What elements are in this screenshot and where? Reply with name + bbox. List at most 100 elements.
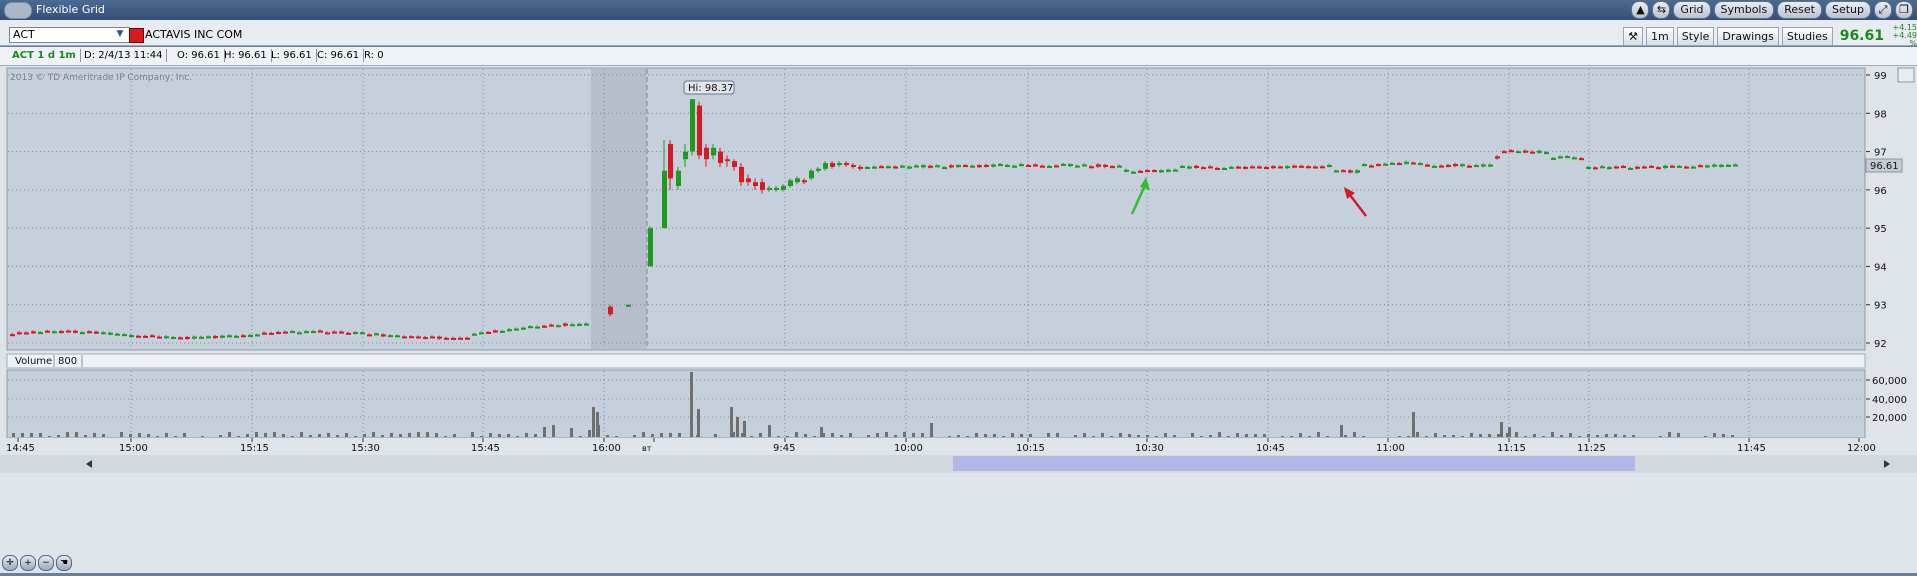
grid-button[interactable]: Grid <box>1673 1 1711 19</box>
candle-body <box>1383 163 1388 166</box>
volume-bar <box>1011 433 1014 437</box>
restore-icon[interactable]: ❐ <box>1895 1 1913 19</box>
volume-bar <box>201 436 204 437</box>
volume-bar <box>156 436 159 437</box>
candle-body <box>556 325 561 328</box>
candle-body <box>711 147 716 156</box>
volume-bar <box>1191 433 1194 437</box>
candle-body <box>304 331 309 334</box>
price-chart[interactable]: 2013 © TD Ameritrade IP Company, Inc. Hi… <box>0 66 1917 573</box>
candle-body <box>143 335 148 338</box>
candle-body <box>1684 166 1689 169</box>
candle-body <box>381 334 386 337</box>
candle-body <box>1005 164 1010 167</box>
crosshair-icon[interactable]: ✛ <box>2 555 18 571</box>
alert-icon[interactable]: ▲ <box>1631 1 1650 19</box>
time-axis <box>0 438 1917 455</box>
candle-body <box>507 329 512 332</box>
candle-body <box>1222 167 1227 170</box>
zoom-out-icon[interactable]: − <box>38 555 54 571</box>
interval-button[interactable]: 1m <box>1646 26 1674 46</box>
volume-bar <box>57 435 60 437</box>
scrollbar-thumb <box>953 456 1635 471</box>
candle-body <box>1635 166 1640 169</box>
candle-body <box>1229 166 1234 169</box>
volume-bar <box>1713 433 1716 437</box>
settings-icon[interactable]: ⚒ <box>1623 26 1644 46</box>
symbols-button[interactable]: Symbols <box>1713 1 1775 19</box>
pan-icon[interactable]: ☚ <box>56 555 72 571</box>
candle-body <box>1131 171 1136 174</box>
candle-body <box>1292 165 1297 168</box>
candle-body <box>416 336 421 339</box>
expand-icon[interactable]: ⤢ <box>1874 1 1892 19</box>
candle-body <box>795 178 800 183</box>
reset-button[interactable]: Reset <box>1777 1 1822 19</box>
series-label: ACT 1 d 1m <box>8 49 81 62</box>
volume-bar <box>1731 435 1734 437</box>
chart-area[interactable]: 2013 © TD Ameritrade IP Company, Inc. Hi… <box>0 66 1917 573</box>
symbol-input[interactable]: ACT <box>9 27 130 43</box>
volume-bar <box>867 435 870 437</box>
candle-body <box>311 331 316 334</box>
volume-bar <box>615 436 618 437</box>
candle-body <box>584 323 589 326</box>
volume-bar <box>1416 432 1419 437</box>
candle-body <box>1355 170 1360 173</box>
volume-bar <box>93 433 96 437</box>
setup-button[interactable]: Setup <box>1824 1 1871 19</box>
volume-bar <box>1412 412 1415 437</box>
candle-body <box>1278 166 1283 169</box>
candle-body <box>1733 164 1738 167</box>
volume-bar <box>1254 434 1257 437</box>
volume-bar <box>1479 434 1482 437</box>
candle-body <box>122 334 127 337</box>
volume-bar <box>1551 432 1554 437</box>
price-tick-label: 94 <box>1874 262 1887 273</box>
volume-bar <box>736 417 739 437</box>
extended-hours-region <box>591 69 647 349</box>
candle-body <box>1061 163 1066 166</box>
volume-bar <box>804 434 807 437</box>
candle-body <box>816 168 821 171</box>
percent-change: +4.49 % <box>1892 31 1917 48</box>
candle-body <box>626 304 631 307</box>
info-bar: ACT 1 d 1m D: 2/4/13 11:44 O: 96.61 H: 9… <box>0 47 1917 66</box>
candle-body <box>269 332 274 335</box>
candle-body <box>276 331 281 334</box>
candle-body <box>1677 165 1682 168</box>
drawings-button[interactable]: Drawings <box>1717 26 1779 46</box>
candle-body <box>928 165 933 168</box>
time-tick-label: 15:00 <box>119 443 148 454</box>
candle-body <box>283 331 288 334</box>
volume-tick-label: 20,000 <box>1872 413 1907 424</box>
title-buttons: ▲ ⇆ Grid Symbols Reset Setup ⤢ ❐ <box>1631 1 1913 19</box>
candle-body <box>956 165 961 168</box>
price-tick-label: 96 <box>1874 186 1887 197</box>
volume-bar <box>165 433 168 437</box>
volume-bar <box>444 436 447 437</box>
volume-bar <box>1704 436 1707 437</box>
candle-body <box>220 335 225 338</box>
candle-body <box>1726 164 1731 167</box>
volume-bar <box>282 434 285 437</box>
candle-body <box>185 336 190 339</box>
time-tick-label: 14:45 <box>6 443 35 454</box>
time-tick-label: 15:30 <box>351 443 380 454</box>
link-icon[interactable]: ⇆ <box>1652 1 1671 19</box>
grid-menu-icon[interactable] <box>4 2 32 19</box>
symbol-color-swatch[interactable] <box>129 28 144 43</box>
zoom-in-icon[interactable]: + <box>20 555 36 571</box>
volume-bar <box>1668 432 1671 437</box>
volume-bar <box>120 432 123 437</box>
symbol-dropdown-icon[interactable]: ▼ <box>114 27 126 41</box>
candle-body <box>486 331 491 334</box>
volume-bar <box>1497 434 1500 437</box>
volume-bar <box>1340 425 1343 437</box>
studies-button[interactable]: Studies <box>1781 26 1833 46</box>
time-tick-label: 11:00 <box>1376 443 1405 454</box>
volume-label: Volume <box>15 356 52 367</box>
style-button[interactable]: Style <box>1676 26 1715 46</box>
candle-body <box>977 165 982 168</box>
candle-body <box>59 331 64 334</box>
